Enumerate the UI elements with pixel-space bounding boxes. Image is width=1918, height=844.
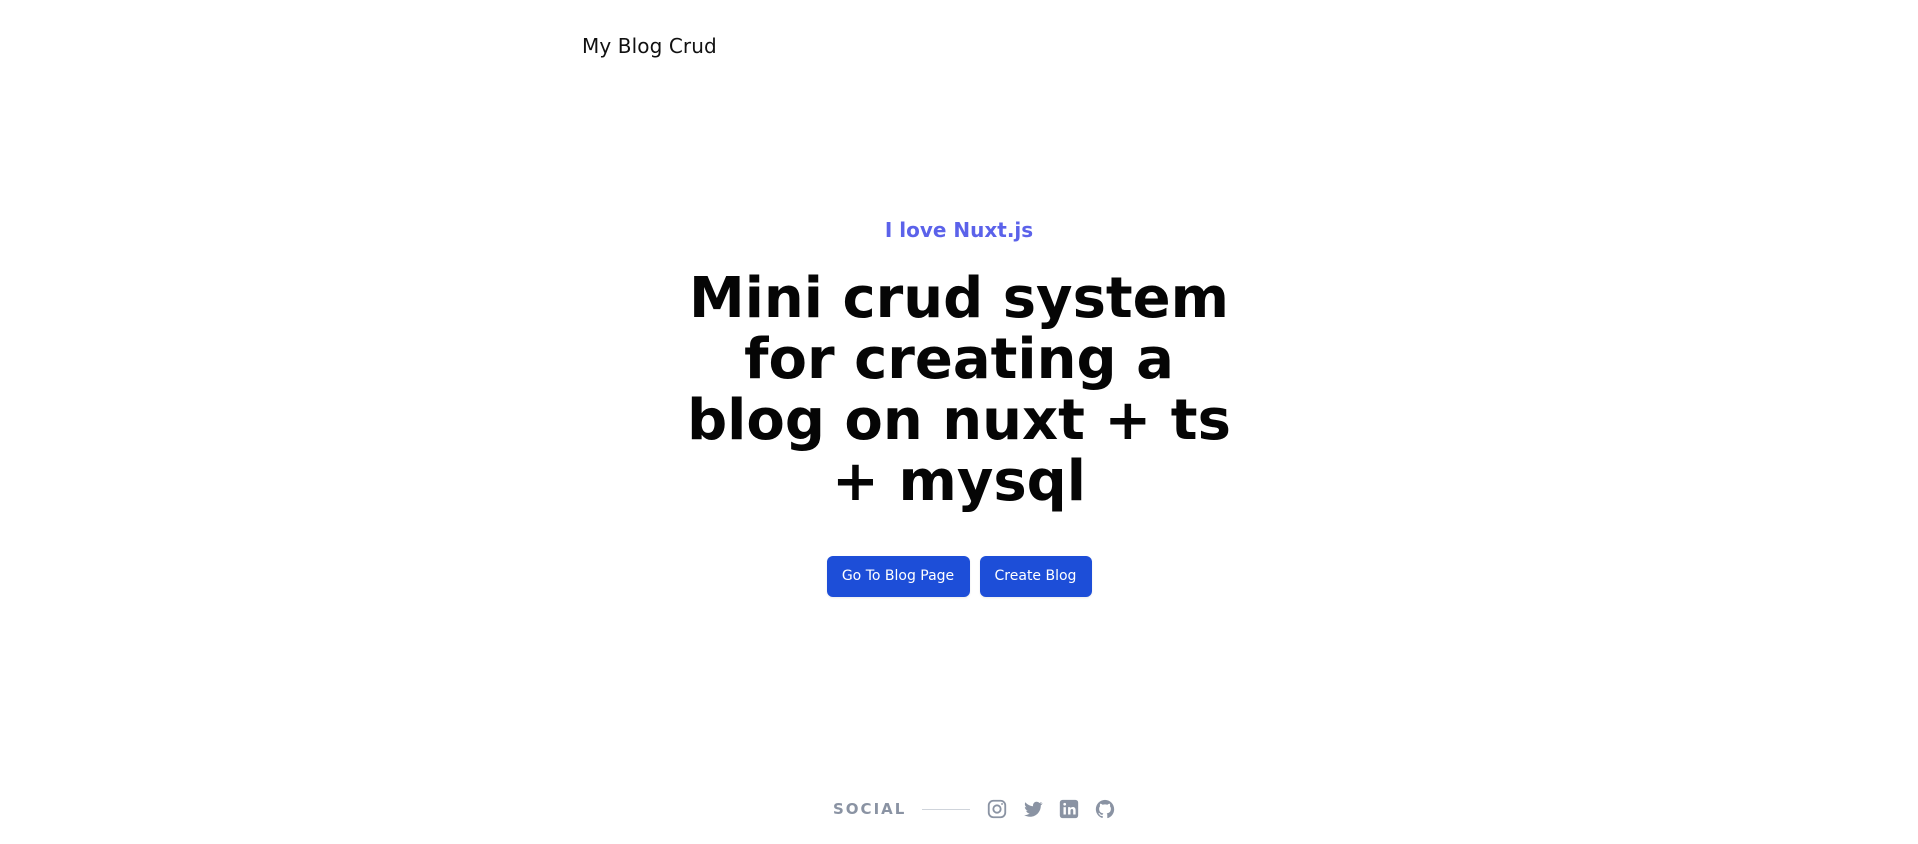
hero-section: I love Nuxt.js Mini crud system for crea…	[0, 218, 1918, 597]
page: My Blog Crud I love Nuxt.js Mini crud sy…	[0, 0, 1918, 844]
create-blog-button[interactable]: Create Blog	[979, 556, 1092, 597]
github-icon[interactable]	[1094, 798, 1116, 820]
twitter-icon[interactable]	[1022, 798, 1044, 820]
brand-link[interactable]: My Blog Crud	[582, 34, 717, 58]
instagram-icon[interactable]	[986, 798, 1008, 820]
social-footer: SOCIAL	[833, 795, 1116, 823]
go-to-blog-button[interactable]: Go To Blog Page	[826, 556, 970, 597]
hero-eyebrow: I love Nuxt.js	[884, 218, 1034, 242]
linkedin-icon[interactable]	[1058, 798, 1080, 820]
social-icons	[986, 798, 1116, 820]
hero-title: Mini crud system for creating a blog on …	[687, 266, 1231, 514]
social-divider	[922, 808, 971, 810]
hero-actions: Go To Blog Page Create Blog	[0, 556, 1918, 597]
social-label: SOCIAL	[833, 800, 907, 818]
